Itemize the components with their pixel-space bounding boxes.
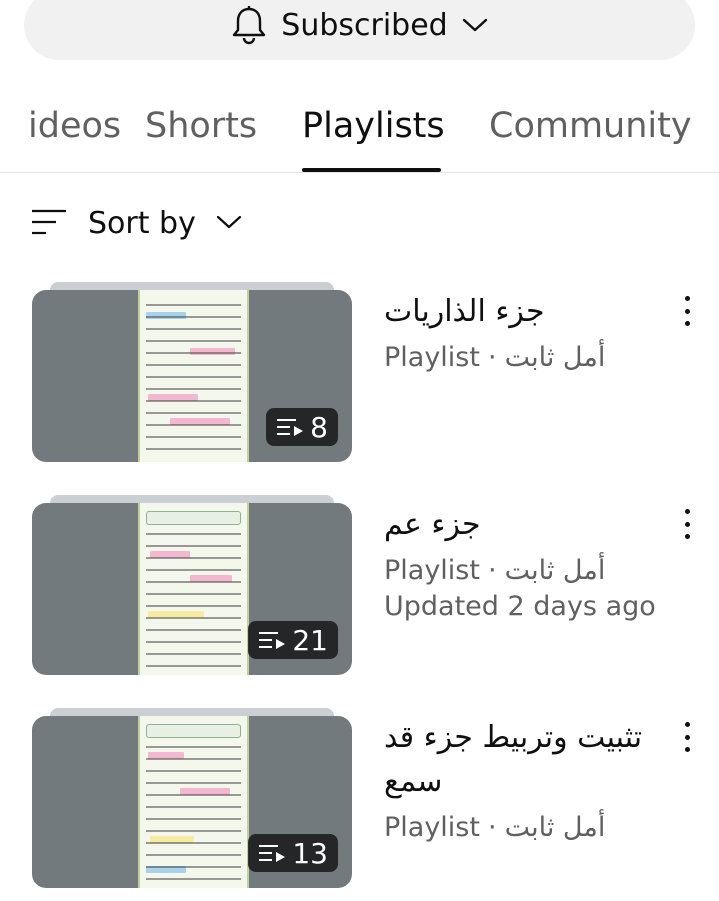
- meta-separator: ·: [487, 555, 497, 586]
- playlist-updated: Updated 2 days ago: [384, 591, 656, 622]
- playlist-type: Playlist: [384, 812, 480, 843]
- more-options-icon[interactable]: [675, 722, 699, 752]
- playlist-stack-edge: [50, 282, 334, 290]
- video-count-badge: 21: [248, 621, 338, 659]
- playlist-info: تثبيت وتربيط جزء قد سمع Playlist · أمل ثاب…: [384, 708, 674, 846]
- quran-page-image: [138, 716, 249, 888]
- playlist-icon: [276, 411, 304, 444]
- playlist-meta: Playlist · أمل ثابت: [384, 340, 674, 376]
- tab-playlists[interactable]: Playlists: [302, 106, 445, 146]
- playlist-item[interactable]: 13 تثبيت وتربيط جزء قد سمع Playlist · أمل …: [32, 708, 719, 888]
- playlist-thumbnail[interactable]: 21: [32, 503, 352, 675]
- playlist-type: Playlist: [384, 555, 480, 586]
- playlist-meta: Playlist · أمل ثابت: [384, 553, 674, 589]
- more-options-icon[interactable]: [675, 296, 699, 326]
- channel-name: أمل ثابت: [504, 555, 606, 586]
- sort-by-button[interactable]: Sort by: [30, 206, 242, 241]
- active-tab-indicator: [302, 168, 441, 172]
- subscribed-button[interactable]: Subscribed: [24, 0, 695, 60]
- playlist-icon: [258, 837, 286, 870]
- video-count-badge: 8: [266, 408, 338, 446]
- chevron-down-icon: [216, 214, 242, 234]
- quran-page-image: [138, 503, 249, 675]
- video-count: 8: [310, 410, 328, 444]
- quran-page-image: [138, 290, 249, 462]
- meta-separator: ·: [487, 812, 497, 843]
- channel-name: أمل ثابت: [504, 812, 606, 843]
- subscribed-label: Subscribed: [281, 7, 448, 43]
- playlist-title[interactable]: تثبيت وتربيط جزء قد سمع: [384, 716, 644, 804]
- playlist-stack-edge: [50, 708, 334, 716]
- video-count-badge: 13: [248, 834, 338, 872]
- channel-tabs: ideos Shorts Playlists Community: [0, 92, 719, 173]
- playlist-item[interactable]: 8 جزء الذاريات Playlist · أمل ثابت: [32, 282, 719, 462]
- playlist-stack-edge: [50, 495, 334, 503]
- video-count: 13: [292, 836, 328, 870]
- meta-separator: ·: [487, 342, 497, 373]
- tab-videos[interactable]: ideos: [28, 106, 121, 146]
- tab-shorts[interactable]: Shorts: [145, 106, 257, 146]
- playlist-title[interactable]: جزء عم: [384, 503, 674, 547]
- playlist-info: جزء عم Playlist · أمل ثابت Updated 2 days …: [384, 495, 674, 625]
- chevron-down-icon: [462, 17, 488, 33]
- playlist-thumbnail[interactable]: 8: [32, 290, 352, 462]
- more-options-icon[interactable]: [675, 509, 699, 539]
- video-count: 21: [292, 623, 328, 657]
- playlist-type: Playlist: [384, 342, 480, 373]
- playlist-thumbnail[interactable]: 13: [32, 716, 352, 888]
- tab-community[interactable]: Community: [489, 106, 692, 146]
- playlist-info: جزء الذاريات Playlist · أمل ثابت: [384, 282, 674, 376]
- playlist-icon: [258, 624, 286, 657]
- sort-icon: [30, 207, 68, 241]
- sort-by-label: Sort by: [88, 206, 196, 241]
- bell-icon: [231, 5, 267, 45]
- playlist-title[interactable]: جزء الذاريات: [384, 290, 674, 334]
- channel-name: أمل ثابت: [504, 342, 606, 373]
- playlist-meta: Playlist · أمل ثابت: [384, 810, 674, 846]
- playlist-item[interactable]: 21 جزء عم Playlist · أمل ثابت Updated 2 da…: [32, 495, 719, 675]
